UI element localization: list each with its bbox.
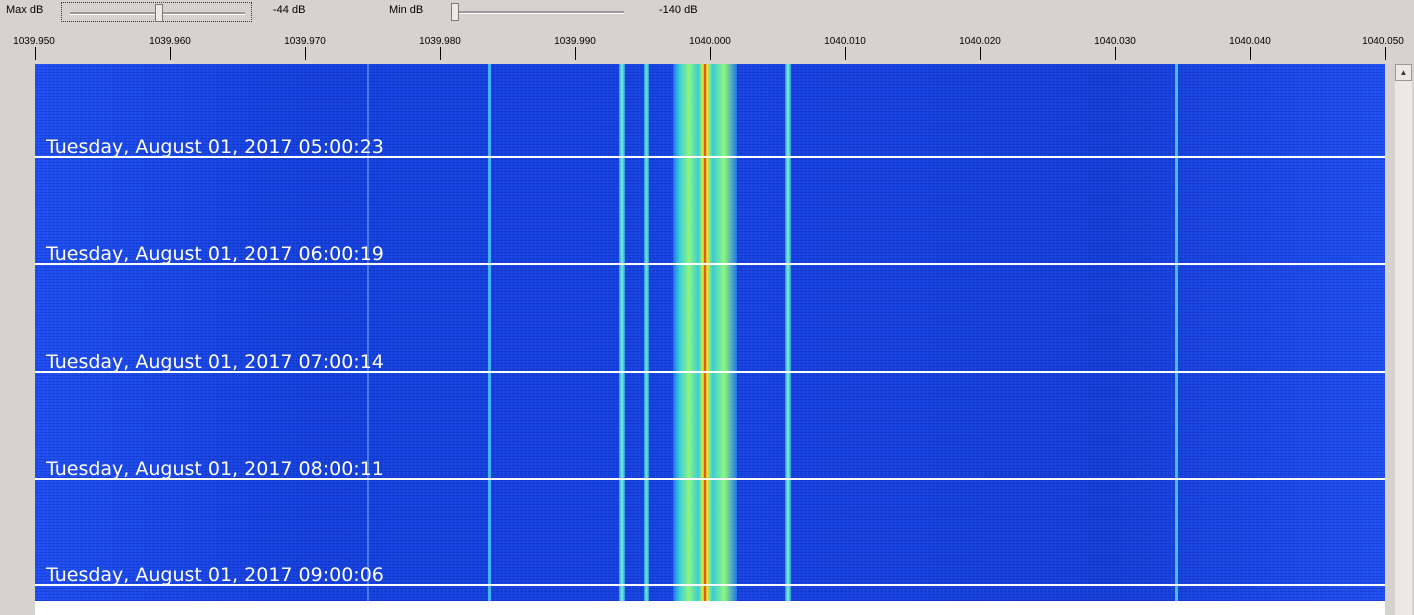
timestamp-line <box>35 263 1385 265</box>
timestamp-label: Tuesday, August 01, 2017 05:00:23 <box>46 136 384 158</box>
signal-trace <box>1175 64 1178 601</box>
frequency-tick <box>980 47 981 60</box>
frequency-tick-label: 1039.980 <box>419 36 461 47</box>
frequency-tick <box>35 47 36 60</box>
frequency-tick-label: 1040.000 <box>689 36 731 47</box>
frequency-tick <box>1385 47 1386 60</box>
waterfall-display[interactable]: Tuesday, August 01, 2017 05:00:23 Tuesday… <box>35 64 1385 601</box>
frequency-tick <box>710 47 711 60</box>
timestamp-line <box>35 371 1385 373</box>
timestamp-label: Tuesday, August 01, 2017 08:00:11 <box>46 458 384 480</box>
signal-trace <box>488 64 491 601</box>
frequency-tick <box>1250 47 1251 60</box>
signal-trace <box>673 64 737 601</box>
timestamp-line <box>35 156 1385 158</box>
frequency-tick-label: 1039.960 <box>149 36 191 47</box>
waterfall-bottom-strip <box>35 601 1385 615</box>
frequency-tick <box>1115 47 1116 60</box>
frequency-tick-label: 1040.040 <box>1229 36 1271 47</box>
vertical-scrollbar[interactable]: ▲ <box>1395 64 1412 615</box>
frequency-tick-label: 1039.950 <box>13 36 55 47</box>
frequency-tick <box>305 47 306 60</box>
timestamp-line <box>35 478 1385 480</box>
timestamp-label: Tuesday, August 01, 2017 09:00:06 <box>46 564 384 586</box>
frequency-tick-label: 1040.050 <box>1362 36 1404 47</box>
frequency-tick <box>170 47 171 60</box>
timestamp-label: Tuesday, August 01, 2017 07:00:14 <box>46 351 384 373</box>
frequency-tick-label: 1040.020 <box>959 36 1001 47</box>
frequency-tick <box>845 47 846 60</box>
signal-trace <box>619 64 625 601</box>
frequency-tick-label: 1039.970 <box>284 36 326 47</box>
frequency-axis: 1039.950 1039.960 1039.970 1039.980 1039.990… <box>0 0 1414 62</box>
frequency-tick-label: 1039.990 <box>554 36 596 47</box>
up-arrow-icon[interactable]: ▲ <box>1395 64 1412 81</box>
timestamp-label: Tuesday, August 01, 2017 06:00:19 <box>46 243 384 265</box>
frequency-tick <box>575 47 576 60</box>
frequency-tick <box>440 47 441 60</box>
frequency-tick-label: 1040.010 <box>824 36 866 47</box>
signal-trace <box>785 64 791 601</box>
signal-trace <box>644 64 649 601</box>
frequency-tick-label: 1040.030 <box>1094 36 1136 47</box>
timestamp-line <box>35 584 1385 586</box>
